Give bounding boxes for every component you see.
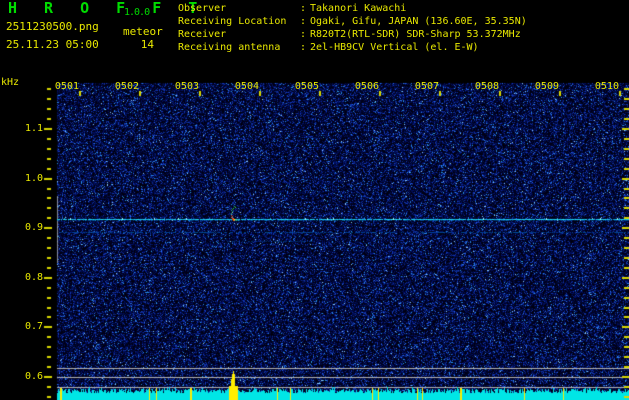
freq-tick-label: 0.8 bbox=[24, 272, 43, 283]
info-row-antenna: Receiving antenna:2el-HB9CV Vertical (el… bbox=[178, 41, 527, 54]
app-title: H R O F F T bbox=[8, 0, 207, 17]
freq-tick-label: 1.1 bbox=[24, 123, 43, 134]
info-colon: : bbox=[300, 16, 307, 27]
info-colon: : bbox=[300, 3, 307, 14]
spectrogram-canvas bbox=[0, 0, 629, 400]
observation-datetime: 25.11.23 05:00 bbox=[6, 38, 99, 51]
echo-count: 14 bbox=[140, 38, 154, 51]
mode-label: meteor bbox=[123, 25, 163, 38]
info-value: 2el-HB9CV Vertical (el. E-W) bbox=[310, 42, 479, 53]
freq-axis-unit: kHz bbox=[1, 77, 20, 88]
hrofft-screen: H R O F F T 1.0.0 2511230500.png meteor … bbox=[0, 0, 629, 400]
info-row-receiver: Receiver: R820T2(RTL-SDR) SDR-Sharp 53.37… bbox=[178, 28, 527, 41]
time-tick-label: 0506 bbox=[354, 81, 379, 92]
time-tick-label: 0501 bbox=[54, 81, 79, 92]
freq-tick-label: 0.9 bbox=[24, 222, 43, 233]
info-label: Receiving antenna bbox=[178, 42, 281, 53]
time-tick-label: 0502 bbox=[114, 81, 139, 92]
info-label: Receiving Location bbox=[178, 16, 287, 27]
info-row-location: Receiving Location: Ogaki, Gifu, JAPAN (1… bbox=[178, 15, 527, 28]
time-tick-label: 0507 bbox=[414, 81, 439, 92]
info-colon: : bbox=[300, 42, 307, 53]
info-value: Ogaki, Gifu, JAPAN (136.60E, 35.35N) bbox=[310, 16, 527, 27]
info-label: Observer bbox=[178, 3, 227, 14]
freq-tick-label: 0.6 bbox=[24, 371, 43, 382]
info-value: R820T2(RTL-SDR) SDR-Sharp 53.372MHz bbox=[310, 29, 521, 40]
time-tick-label: 0504 bbox=[234, 81, 259, 92]
time-tick-label: 0503 bbox=[174, 81, 199, 92]
info-colon: : bbox=[300, 29, 307, 40]
time-tick-label: 0508 bbox=[474, 81, 499, 92]
time-tick-label: 0509 bbox=[534, 81, 559, 92]
output-filename: 2511230500.png bbox=[6, 20, 99, 33]
info-row-observer: Observer: Takanori Kawachi bbox=[178, 2, 527, 15]
info-label: Receiver bbox=[178, 29, 227, 40]
time-tick-label: 0505 bbox=[294, 81, 319, 92]
station-info: Observer: Takanori Kawachi Receiving Loca… bbox=[178, 2, 527, 54]
time-tick-label: 0510 bbox=[594, 81, 619, 92]
app-version: 1.0.0 bbox=[124, 7, 150, 18]
freq-tick-label: 1.0 bbox=[24, 173, 43, 184]
info-value: Takanori Kawachi bbox=[310, 3, 407, 14]
freq-tick-label: 0.7 bbox=[24, 321, 43, 332]
